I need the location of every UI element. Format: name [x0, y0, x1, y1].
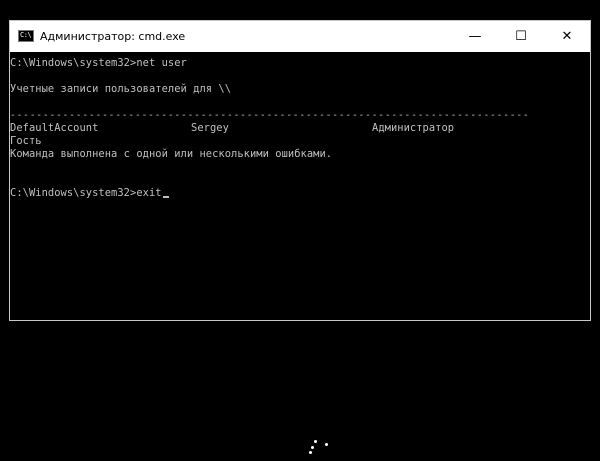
- console-line-guest: Гость: [10, 135, 42, 147]
- spinner-dot: [314, 440, 317, 443]
- minimize-button[interactable]: —: [452, 21, 498, 52]
- spinner-dot: [309, 451, 312, 454]
- cmd-icon: C:\: [18, 30, 34, 42]
- cmd-icon-label: C:\: [20, 31, 32, 39]
- maximize-button[interactable]: ☐: [498, 21, 544, 52]
- console-line-header: Учетные записи пользователей для \\: [10, 83, 232, 95]
- account-sergey: Sergey: [191, 122, 229, 134]
- close-button[interactable]: ✕: [544, 21, 590, 52]
- console-line-result: Команда выполнена с одной или нескольким…: [10, 148, 333, 160]
- account-default: DefaultAccount: [10, 122, 99, 134]
- window-title: Администратор: cmd.exe: [40, 30, 186, 43]
- account-admin: Администратор: [372, 122, 455, 134]
- text-cursor: [162, 196, 169, 198]
- cmd-window[interactable]: C:\ Администратор: cmd.exe — ☐ ✕ C:\Wind…: [9, 20, 591, 321]
- console-line-separator: ----------------------------------------…: [10, 110, 530, 121]
- console-output[interactable]: C:\Windows\system32>net user Учетные зап…: [10, 52, 590, 320]
- desktop-screen: C:\ Администратор: cmd.exe — ☐ ✕ C:\Wind…: [0, 0, 600, 461]
- title-bar[interactable]: C:\ Администратор: cmd.exe — ☐ ✕: [10, 21, 590, 52]
- console-line-command: C:\Windows\system32>net user: [10, 57, 187, 69]
- accounts-row: DefaultAccount Sergey Администратор: [10, 122, 590, 135]
- spinner-dot: [325, 443, 328, 446]
- spinner-icon: [300, 440, 330, 456]
- console-prompt-line[interactable]: C:\Windows\system32>exit: [10, 187, 169, 200]
- console-prompt-text: C:\Windows\system32>exit: [10, 187, 162, 199]
- spinner-dot: [311, 446, 314, 449]
